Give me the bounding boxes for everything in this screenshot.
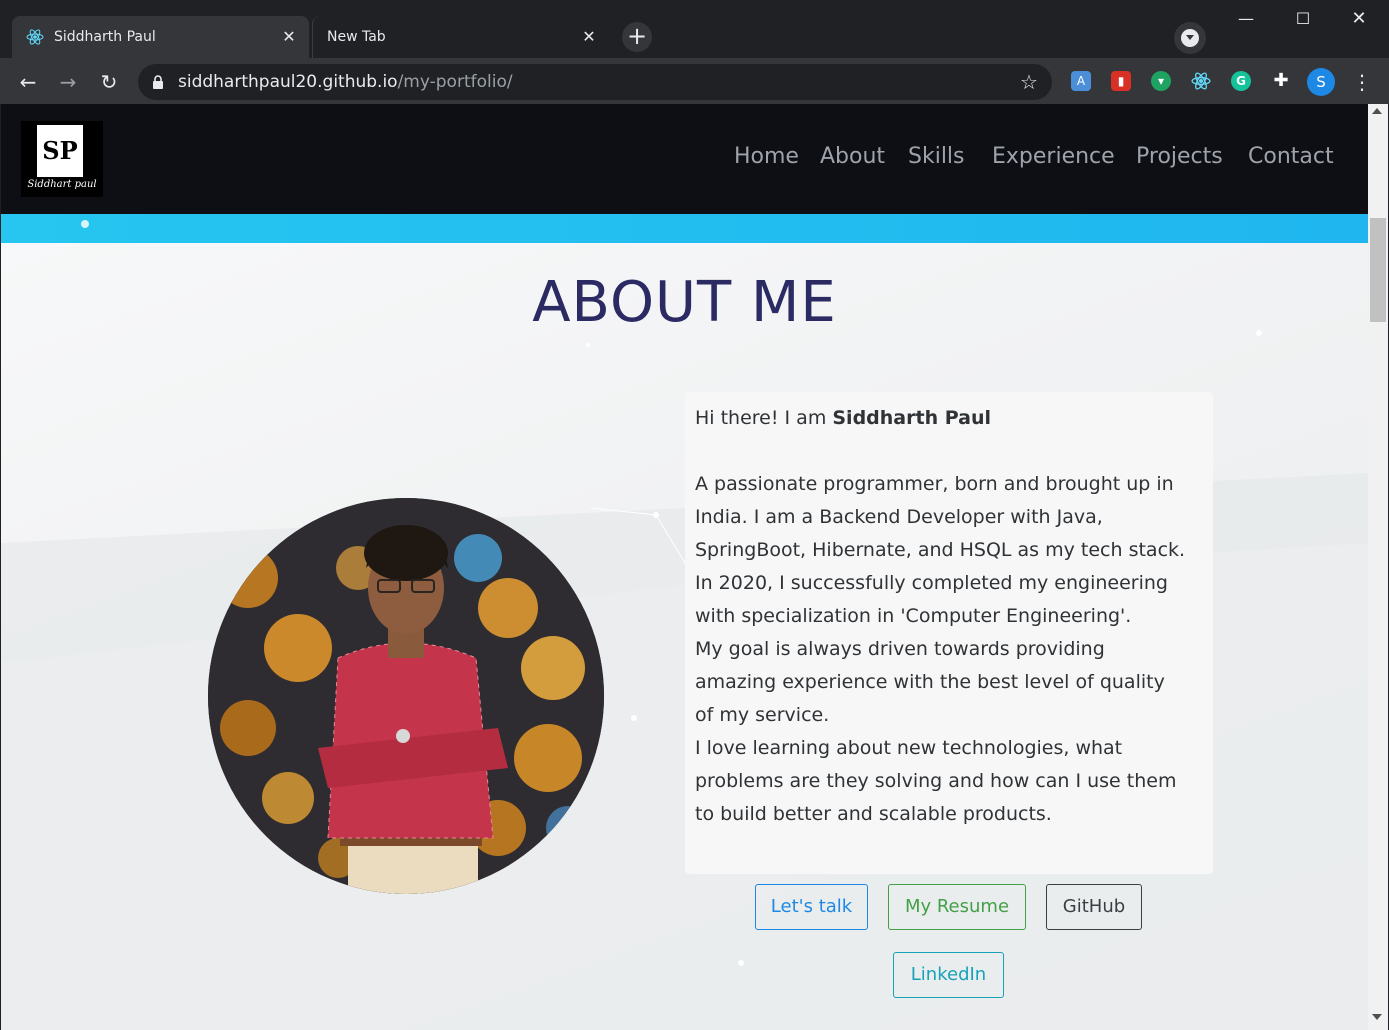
intro-name: Siddharth Paul — [832, 407, 991, 429]
url-host: siddharthpaul20.github.io — [178, 72, 398, 92]
lock-icon[interactable] — [152, 74, 164, 89]
minimize-button[interactable]: — — [1218, 0, 1274, 38]
puzzle-icon[interactable]: ✚ — [1271, 71, 1291, 91]
bio-line: My goal is always driven towards providi… — [695, 638, 1105, 660]
tab-new-tab[interactable]: New Tab ✕ — [312, 16, 609, 58]
reload-button[interactable]: ↻ — [95, 68, 123, 96]
nav-contact[interactable]: Contact — [1248, 144, 1334, 169]
new-tab-button[interactable]: + — [622, 22, 652, 52]
bookmark-star-icon[interactable]: ☆ — [1020, 70, 1038, 94]
linkedin-button[interactable]: LinkedIn — [893, 952, 1004, 998]
bio-line: to build better and scalable products. — [695, 803, 1052, 825]
react-devtools-icon[interactable] — [1191, 71, 1211, 91]
intro-prefix: Hi there! I am — [695, 407, 833, 429]
tab-search-button[interactable] — [1174, 22, 1206, 54]
nav-skills[interactable]: Skills — [908, 144, 965, 169]
logo-signature: Siddhart paul — [27, 179, 97, 190]
scroll-down-icon[interactable] — [1372, 1014, 1382, 1020]
intro-line: Hi there! I am Siddharth Paul — [695, 402, 1203, 435]
bio-line: of my service. — [695, 704, 830, 726]
tab-siddharth-paul[interactable]: Siddharth Paul ✕ — [12, 16, 309, 58]
nav-about[interactable]: About — [820, 144, 885, 169]
translate-icon[interactable]: A — [1071, 71, 1091, 91]
bio-line: amazing experience with the best level o… — [695, 671, 1165, 693]
scroll-up-icon[interactable] — [1372, 108, 1382, 114]
bio-line: with specialization in 'Computer Enginee… — [695, 605, 1132, 627]
page-viewport: SP Siddhart paul Home About Skills Exper… — [1, 104, 1368, 1030]
menu-icon[interactable]: ⋮ — [1352, 68, 1372, 96]
chevron-down-icon — [1186, 35, 1194, 40]
close-icon[interactable]: ✕ — [281, 29, 297, 45]
bio-line: India. I am a Backend Developer with Jav… — [695, 506, 1103, 528]
react-icon — [26, 28, 44, 46]
close-icon[interactable]: ✕ — [581, 29, 597, 45]
bio-line: I love learning about new technologies, … — [695, 737, 1123, 759]
profile-photo — [208, 498, 604, 894]
grammarly-icon[interactable]: G — [1231, 71, 1251, 91]
lets-talk-button[interactable]: Let's talk — [755, 884, 868, 930]
page-title: ABOUT ME — [532, 270, 837, 335]
maximize-button[interactable]: ☐ — [1275, 0, 1331, 38]
url-text[interactable]: siddharthpaul20.github.io/my-portfolio/ — [178, 70, 513, 94]
bookmark-ext-icon[interactable]: ▮ — [1111, 71, 1131, 91]
bio-line: problems are they solving and how can I … — [695, 770, 1177, 792]
github-button[interactable]: GitHub — [1046, 884, 1142, 930]
nav-projects[interactable]: Projects — [1136, 144, 1223, 169]
bio-line: A passionate programmer, born and brough… — [695, 473, 1174, 495]
close-window-button[interactable]: ✕ — [1331, 0, 1387, 38]
scrollbar-thumb[interactable] — [1370, 218, 1386, 322]
site-logo[interactable]: SP Siddhart paul — [21, 121, 103, 197]
tab-title: New Tab — [327, 29, 386, 45]
nav-experience[interactable]: Experience — [992, 144, 1115, 169]
avatar[interactable]: S — [1307, 68, 1335, 96]
about-card: Hi there! I am Siddharth Paul A passiona… — [685, 392, 1213, 874]
bio-line: In 2020, I successfully completed my eng… — [695, 572, 1168, 594]
tab-title: Siddharth Paul — [54, 29, 156, 45]
cart-ext-icon[interactable]: ▾ — [1151, 71, 1171, 91]
accent-bar — [1, 214, 1368, 243]
nav-home[interactable]: Home — [734, 144, 799, 169]
back-button[interactable]: ← — [14, 68, 42, 96]
decor-dot — [81, 220, 89, 228]
url-path: /my-portfolio/ — [397, 72, 513, 92]
bio-line: SpringBoot, Hibernate, and HSQL as my te… — [695, 539, 1186, 561]
resume-button[interactable]: My Resume — [888, 884, 1026, 930]
forward-button[interactable]: → — [54, 68, 82, 96]
logo-initials: SP — [37, 125, 83, 177]
